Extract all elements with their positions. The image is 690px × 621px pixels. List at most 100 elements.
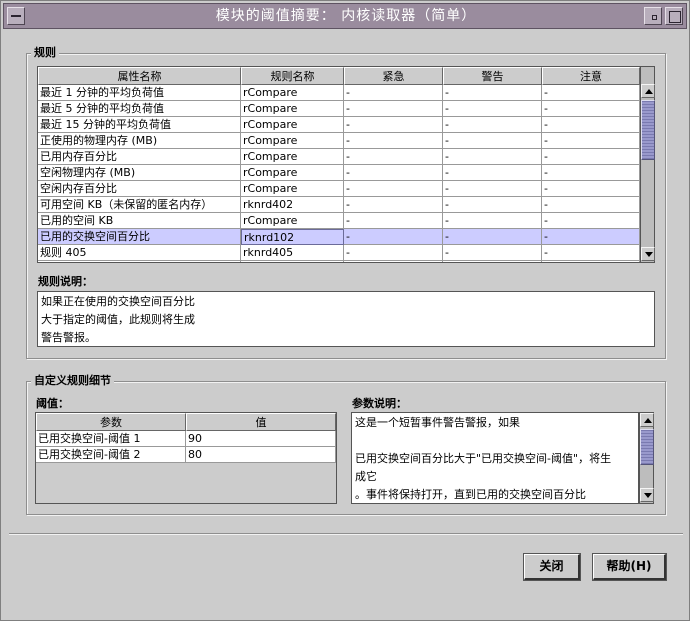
rules-table[interactable]: 属性名称 规则名称 紧急 警告 注意 最近 1 分钟的平均负荷值 rCompare… [37, 66, 641, 263]
table-cell[interactable]: - [443, 165, 542, 181]
table-row[interactable]: 空闲物理内存 (MB) rCompare - - - [38, 165, 640, 181]
threshold-table[interactable]: 参数 值 已用交换空间-阈值 1 90 已用交换空间-阈值 2 80 [35, 412, 337, 504]
table-cell[interactable]: - [542, 229, 640, 245]
table-cell[interactable]: - [344, 213, 443, 229]
table-cell[interactable]: rCompare [241, 117, 344, 133]
table-cell[interactable]: rCompare [241, 213, 344, 229]
scroll-down-button[interactable] [640, 488, 654, 502]
table-cell[interactable]: - [344, 229, 443, 245]
table-cell[interactable]: rknrd405 [241, 245, 344, 261]
help-button[interactable]: 帮助(H) [592, 553, 667, 581]
scroll-down-button[interactable] [641, 247, 655, 261]
table-cell[interactable]: - [542, 245, 640, 261]
title-bar[interactable]: 模块的阈值摘要： 内核读取器（简单） [3, 3, 687, 29]
table-cell[interactable]: 90 [186, 431, 336, 447]
table-cell[interactable]: 已用交换空间-阈值 1 [36, 431, 186, 447]
table-cell[interactable]: - [344, 181, 443, 197]
table-cell[interactable]: - [443, 229, 542, 245]
table-cell[interactable]: - [344, 101, 443, 117]
minimize-icon[interactable] [644, 7, 662, 25]
table-row[interactable]: 最近 15 分钟的平均负荷值 rCompare - - - [38, 117, 640, 133]
table-cell[interactable]: - [344, 261, 443, 262]
column-header-parameter[interactable]: 参数 [36, 413, 186, 431]
maximize-icon[interactable] [665, 7, 683, 25]
table-cell[interactable]: rC [241, 261, 344, 262]
table-cell[interactable]: - [443, 133, 542, 149]
table-row[interactable]: 已用的空间 KB rCompare - - - [38, 213, 640, 229]
table-cell[interactable]: rCompare [241, 85, 344, 101]
table-cell[interactable]: rknrd402 [241, 197, 344, 213]
table-row[interactable]: 正使用的物理内存 (MB) rCompare - - - [38, 133, 640, 149]
table-cell[interactable]: - [542, 197, 640, 213]
table-cell[interactable]: rCompare [241, 181, 344, 197]
table-cell[interactable]: - [344, 149, 443, 165]
scroll-up-button[interactable] [641, 84, 655, 98]
table-cell[interactable]: - [542, 101, 640, 117]
table-cell[interactable]: - [443, 181, 542, 197]
table-cell[interactable]: 已用内存百分比 [38, 149, 241, 165]
table-cell[interactable]: - [542, 261, 640, 262]
table-cell[interactable]: 最近 5 分钟的平均负荷值 [38, 101, 241, 117]
column-header-notice[interactable]: 注意 [542, 67, 640, 85]
table-cell[interactable]: - [542, 181, 640, 197]
table-cell[interactable]: - [443, 117, 542, 133]
table-cell[interactable]: - [542, 117, 640, 133]
table-cell[interactable]: - [443, 213, 542, 229]
table-row[interactable]: 最近 5 分钟的平均负荷值 rCompare - - - [38, 101, 640, 117]
table-row[interactable]: 已用交换空间-阈值 1 90 [36, 431, 336, 447]
table-cell[interactable]: - [443, 261, 542, 262]
table-cell[interactable]: - [542, 85, 640, 101]
table-cell[interactable]: - [443, 197, 542, 213]
table-cell[interactable]: 已用交换空间-阈值 2 [36, 447, 186, 463]
table-cell[interactable]: 空闲内存百分比 [38, 181, 241, 197]
table-cell[interactable]: - [443, 101, 542, 117]
column-header-attribute-name[interactable]: 属性名称 [38, 67, 241, 85]
table-cell[interactable]: rknrd102 [241, 229, 344, 245]
table-cell[interactable]: - [443, 149, 542, 165]
table-row[interactable]: 已用交换空间-阈值 2 80 [36, 447, 336, 463]
table-cell[interactable]: % CPU 空闲时间 (%) [38, 261, 241, 262]
table-cell[interactable]: - [344, 165, 443, 181]
table-cell[interactable]: - [542, 213, 640, 229]
table-row[interactable]: % CPU 空闲时间 (%)rC--- [38, 261, 640, 262]
table-cell[interactable]: rCompare [241, 149, 344, 165]
table-cell[interactable]: - [542, 133, 640, 149]
column-header-value[interactable]: 值 [186, 413, 336, 431]
table-cell[interactable]: - [344, 85, 443, 101]
table-cell[interactable]: - [344, 117, 443, 133]
table-cell[interactable]: 已用的交换空间百分比 [38, 229, 241, 245]
column-header-rule-name[interactable]: 规则名称 [241, 67, 344, 85]
scroll-thumb[interactable] [640, 429, 654, 465]
rules-scrollbar[interactable] [640, 66, 655, 263]
table-cell[interactable]: rCompare [241, 101, 344, 117]
table-cell[interactable]: - [542, 165, 640, 181]
table-row[interactable]: 已用的交换空间百分比 rknrd102- - - [38, 229, 640, 245]
table-cell[interactable]: - [443, 245, 542, 261]
parameter-description-scrollbar[interactable] [639, 412, 654, 504]
table-row[interactable]: 已用内存百分比 rCompare - - - [38, 149, 640, 165]
table-cell[interactable]: 空闲物理内存 (MB) [38, 165, 241, 181]
table-cell[interactable]: 可用空间 KB（未保留的匿名内存） [38, 197, 241, 213]
table-cell[interactable]: 最近 15 分钟的平均负荷值 [38, 117, 241, 133]
table-cell[interactable]: 已用的空间 KB [38, 213, 241, 229]
rule-description-text[interactable]: 如果正在使用的交换空间百分比 大于指定的阈值，此规则将生成 警告警报。 [37, 291, 655, 347]
table-cell[interactable]: - [443, 85, 542, 101]
table-cell[interactable]: 规则 405 [38, 245, 241, 261]
table-cell[interactable]: 正使用的物理内存 (MB) [38, 133, 241, 149]
table-cell[interactable]: rCompare [241, 133, 344, 149]
table-cell[interactable]: - [542, 149, 640, 165]
close-button[interactable]: 关闭 [523, 553, 581, 581]
table-row[interactable]: 规则 405 rknrd405- - - [38, 245, 640, 261]
table-row[interactable]: 空闲内存百分比 rCompare - - - [38, 181, 640, 197]
scroll-thumb[interactable] [641, 100, 655, 160]
scroll-up-button[interactable] [640, 413, 654, 427]
table-cell[interactable]: - [344, 245, 443, 261]
column-header-warning[interactable]: 警告 [443, 67, 542, 85]
parameter-description-text[interactable]: 这是一个短暂事件警告警报，如果 已用交换空间百分比大于"已用交换空间-阈值"，将… [351, 412, 639, 504]
table-cell[interactable]: - [344, 133, 443, 149]
table-row[interactable]: 最近 1 分钟的平均负荷值 rCompare - - - [38, 85, 640, 101]
table-cell[interactable]: 80 [186, 447, 336, 463]
table-cell[interactable]: - [344, 197, 443, 213]
table-cell[interactable]: 最近 1 分钟的平均负荷值 [38, 85, 241, 101]
column-header-critical[interactable]: 紧急 [344, 67, 443, 85]
